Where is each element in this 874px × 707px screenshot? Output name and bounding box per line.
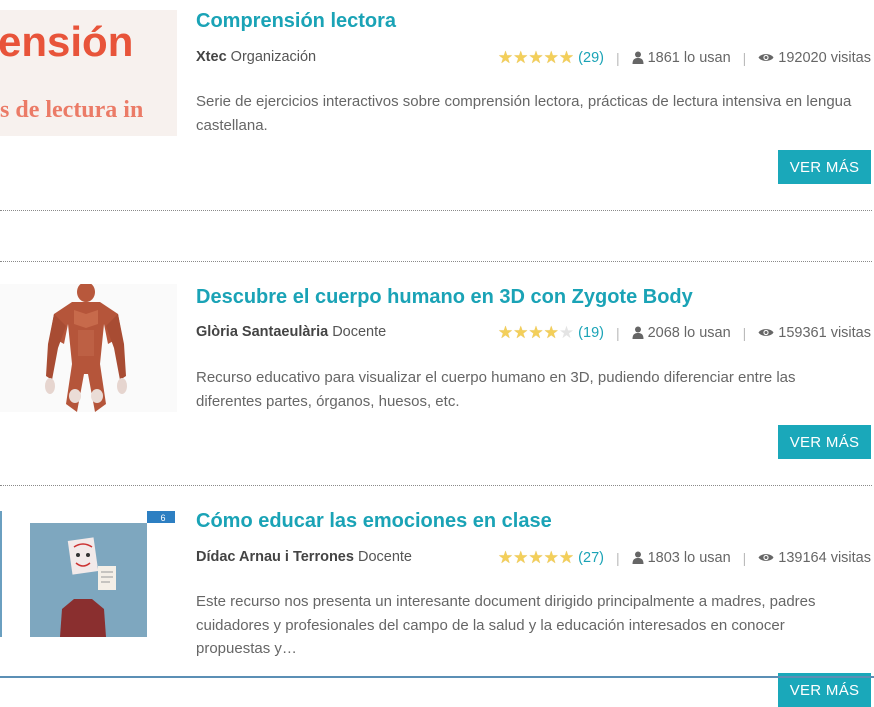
users-count: 1861 lo usan	[647, 49, 731, 66]
resource-author: Glòria Santaeulària Docente	[196, 324, 386, 340]
star-icon: ★	[558, 48, 575, 67]
resource-title[interactable]: Cómo educar las emociones en clase	[196, 510, 552, 533]
resource-thumbnail[interactable]: 6	[0, 511, 177, 637]
resource-description: Este recurso nos presenta un interesante…	[196, 593, 816, 657]
star-empty-icon: ★	[558, 323, 575, 342]
thumb-text-top: ensión	[0, 18, 133, 65]
separator: |	[615, 49, 620, 66]
separator: |	[615, 324, 620, 341]
user-icon	[632, 51, 644, 64]
views-count: 192020 visitas	[778, 49, 871, 66]
star-icon: ★	[543, 323, 559, 342]
users-count: 2068 lo usan	[647, 324, 731, 341]
divider	[0, 210, 872, 211]
star-icon: ★	[528, 323, 544, 342]
separator: |	[615, 549, 620, 566]
rating-stars[interactable]: ★ ★ ★ ★ ★	[498, 549, 574, 566]
star-icon: ★	[497, 48, 514, 67]
author-role: Docente	[357, 549, 412, 565]
star-icon: ★	[513, 548, 529, 567]
thumb-text-bottom: s de lectura in	[0, 97, 143, 123]
rating-count[interactable]: (19)	[578, 325, 604, 341]
author-role: Docente	[332, 324, 387, 340]
ver-mas-button[interactable]: VER MÁS	[778, 150, 871, 184]
author-role: Organización	[230, 49, 317, 65]
rating-stars[interactable]: ★ ★ ★ ★ ★	[498, 49, 574, 66]
views-count: 159361 visitas	[778, 324, 871, 341]
user-icon	[632, 326, 644, 339]
thumb-badge: 6	[160, 513, 165, 523]
author-name[interactable]: Glòria Santaeulària	[196, 324, 328, 340]
separator: |	[742, 324, 747, 341]
resource-stats: ★ ★ ★ ★ ★ (27) | 1803 lo usan | 139164 visit…	[498, 549, 871, 566]
resource-card: Descubre el cuerpo humano en 3D con Zygo…	[0, 262, 874, 486]
star-icon: ★	[497, 548, 514, 567]
star-icon: ★	[513, 323, 529, 342]
resource-author: Dídac Arnau i Terrones Docente	[196, 549, 412, 565]
resource-thumbnail[interactable]: ensión s de lectura in	[0, 10, 177, 136]
resource-author: Xtec Organización	[196, 49, 316, 65]
star-icon: ★	[543, 548, 559, 567]
eye-icon	[758, 554, 774, 561]
resource-title[interactable]: Descubre el cuerpo humano en 3D con Zygo…	[196, 286, 693, 309]
star-icon: ★	[497, 323, 514, 342]
ver-mas-button[interactable]: VER MÁS	[778, 673, 871, 707]
views-count: 139164 visitas	[778, 549, 871, 566]
resource-stats: ★ ★ ★ ★ ★ (29) | 1861 lo usan | 192020 visit…	[498, 49, 871, 66]
star-icon: ★	[558, 548, 575, 567]
star-icon: ★	[528, 48, 544, 67]
thumbnail-image	[0, 284, 177, 412]
ver-mas-button[interactable]: VER MÁS	[778, 425, 871, 459]
star-icon: ★	[528, 548, 544, 567]
eye-icon	[758, 54, 774, 61]
resource-card: ensión s de lectura in Comprensión lecto…	[0, 0, 874, 210]
thumbnail-image: ensión s de lectura in	[0, 10, 177, 136]
resource-stats: ★ ★ ★ ★ ★ (19) | 2068 lo usan | 159361 visit…	[498, 324, 871, 341]
rating-count[interactable]: (27)	[578, 550, 604, 566]
rating-count[interactable]: (29)	[578, 50, 604, 66]
star-icon: ★	[513, 48, 529, 67]
separator: |	[742, 49, 747, 66]
resource-description: Recurso educativo para visualizar el cue…	[196, 369, 796, 410]
resource-thumbnail[interactable]	[0, 284, 177, 412]
resource-card: 6 Cómo educar las emociones en clase Díd…	[0, 486, 874, 707]
resource-title[interactable]: Comprensión lectora	[196, 10, 396, 33]
author-name[interactable]: Dídac Arnau i Terrones	[196, 549, 354, 565]
rating-stars[interactable]: ★ ★ ★ ★ ★	[498, 324, 574, 341]
thumbnail-image: 6	[0, 511, 177, 637]
resource-description: Serie de ejercicios interactivos sobre c…	[196, 93, 852, 134]
star-icon: ★	[543, 48, 559, 67]
users-count: 1803 lo usan	[647, 549, 731, 566]
separator: |	[742, 549, 747, 566]
author-name[interactable]: Xtec	[196, 49, 227, 65]
eye-icon	[758, 329, 774, 336]
user-icon	[632, 551, 644, 564]
